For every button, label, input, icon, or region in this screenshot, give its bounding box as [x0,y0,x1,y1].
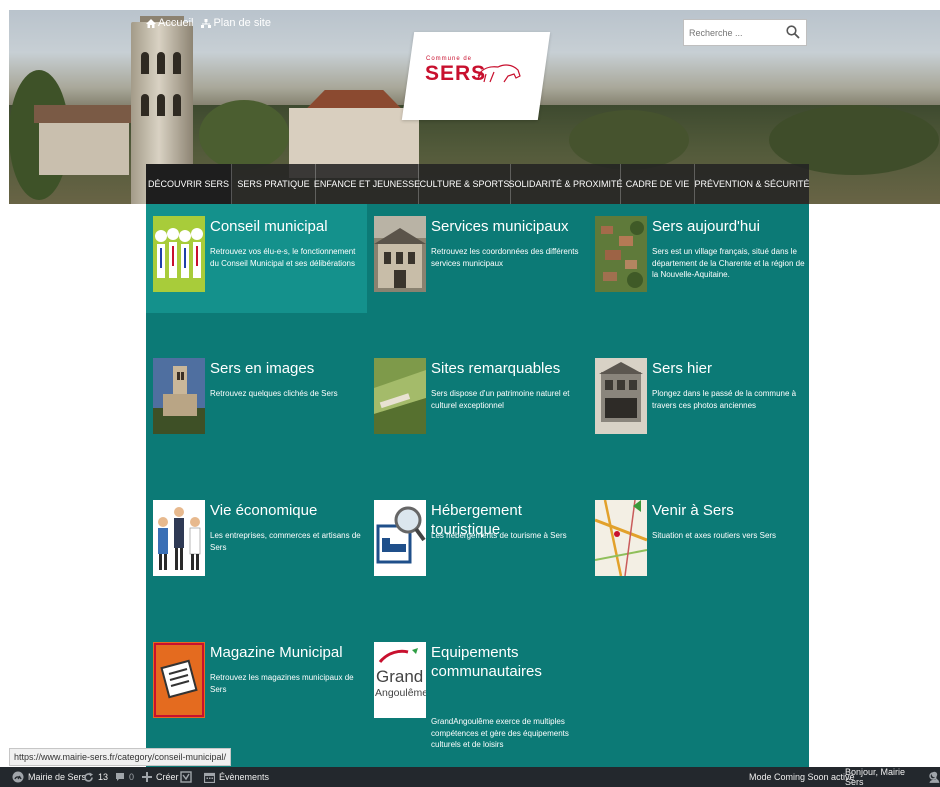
menu-item-title: Services municipaux [431,218,569,235]
menu-item-title: Sers aujourd'hui [652,218,760,235]
adminbar-site[interactable]: Mairie de Sers [12,767,86,787]
menu-item-title: Conseil municipal [210,218,328,235]
home-icon [146,18,156,28]
boar-icon [477,64,521,83]
menu-item-desc: Situation et axes routiers vers Sers [652,531,777,540]
banner-house-left [39,115,129,175]
grand-angouleme-logo: Grand Angoulême [374,642,426,718]
town-hall-image [374,216,426,292]
church-photo-image [153,358,205,434]
menu-item-desc: Retrouvez vos élu-e-s, le fonctionnement… [210,247,356,268]
menu-item-magazine[interactable]: Magazine Municipal Retrouvez les magazin… [146,630,367,739]
menu-item-desc: Sers dispose d'un patrimoine naturel et … [431,389,570,410]
seo-icon [180,771,192,783]
admin-bar: Mairie de Sers 13 0 Créer Évènements Mod… [0,767,940,787]
comment-icon [116,773,124,781]
menu-item-services[interactable]: Services municipaux Retrouvez les coordo… [367,204,588,313]
nav-item-cadre[interactable]: CADRE DE VIE [621,164,695,204]
search-box [683,19,807,46]
menu-item-desc: Plongez dans le passé de la commune à tr… [652,389,797,410]
menu-item-images[interactable]: Sers en images Retrouvez quelques cliché… [146,346,367,455]
road-map-image [595,500,647,576]
menu-item-title: Sites remarquables [431,360,561,377]
logo-word-angouleme: Angoulême [375,687,426,699]
adminbar-updates[interactable]: 13 [83,767,108,787]
menu-item-title: Vie économique [210,502,318,519]
menu-item-desc: Les entreprises, commerces et artisans d… [210,531,361,552]
home-link-label: Accueil [158,17,194,29]
search-icon [929,772,939,782]
link-status-url: https://www.mairie-sers.fr/category/cons… [9,748,232,766]
search-input[interactable] [684,20,784,45]
nav-item-prevention[interactable]: PRÉVENTION & SÉCURITÉ [694,164,809,204]
nav-item-decouvrir[interactable]: DÉCOUVRIR SERS [146,164,232,204]
bed-search-image [374,500,426,576]
menu-item-desc: Retrouvez quelques clichés de Sers [210,389,338,398]
nav-item-enfance[interactable]: ENFANCE ET JEUNESSE [314,164,420,204]
swoosh-icon [378,648,418,663]
comments-count: 0 [129,772,135,782]
adminbar-seo[interactable] [180,767,192,787]
coming-soon-label: Mode Coming Soon activé [749,772,855,782]
menu-item-desc: Les hébergements de tourisme à Sers [431,531,567,540]
adminbar-search[interactable] [929,767,939,787]
nav-item-solidarite[interactable]: SOLIDARITÉ & PROXIMITÉ [508,164,623,204]
adminbar-events[interactable]: Évènements [204,767,269,787]
menu-item-desc: Retrouvez les magazines municipaux de Se… [210,673,354,694]
sitemap-icon [201,18,212,28]
landscape-image [374,358,426,434]
plus-icon [142,772,152,782]
adminbar-coming-soon[interactable]: Mode Coming Soon activé [749,767,855,787]
workers-image [153,500,205,576]
aerial-view-image [595,216,647,292]
menu-item-conseil[interactable]: Conseil municipal Retrouvez vos élu-e-s,… [146,204,367,313]
sitemap-link-label: Plan de site [213,17,271,29]
menu-item-desc: Sers est un village français, situé dans… [652,247,805,279]
menu-item-title: Magazine Municipal [210,644,343,661]
menu-item-equipements[interactable]: Grand Angoulême Equipements communautair… [367,630,588,749]
updates-count: 13 [98,772,109,782]
menu-item-hebergement[interactable]: Hébergement touristique Les hébergements… [367,488,588,597]
menu-item-title: Sers hier [652,360,713,377]
adminbar-new[interactable]: Créer [142,767,179,787]
menu-item-title: Equipements communautaires [431,644,542,680]
adminbar-new-label: Créer [156,772,179,782]
account-greeting: Bonjour, Mairie Sers [845,767,906,787]
top-links: Accueil Plan de site [146,17,271,29]
adminbar-events-label: Évènements [219,772,270,782]
menu-item-sites[interactable]: Sites remarquables Sers dispose d'un pat… [367,346,588,455]
menu-item-desc: GrandAngoulême exerce de multiples compé… [431,717,569,749]
home-link[interactable]: Accueil [146,17,193,29]
menu-item-title: Venir à Sers [652,502,734,519]
nav-item-culture[interactable]: CULTURE & SPORTS [419,164,511,204]
menu-item-desc: Retrouvez les coordonnées des différents… [431,247,579,268]
nav-item-pratique[interactable]: SERS PRATIQUE [232,164,316,204]
adminbar-account[interactable]: Bonjour, Mairie Sers [845,767,940,787]
logo-word-grand: Grand [376,667,424,686]
search-icon[interactable] [786,25,800,39]
refresh-icon [84,772,93,782]
menu-item-venir[interactable]: Venir à Sers Situation et axes routiers … [588,488,809,597]
mega-menu: Conseil municipal Retrouvez vos élu-e-s,… [146,204,809,767]
dashboard-icon [12,771,24,783]
council-members-image [153,216,205,292]
menu-item-hier[interactable]: Sers hier Plongez dans le passé de la co… [588,346,809,455]
menu-item-title: Sers en images [210,360,315,377]
main-nav: DÉCOUVRIR SERS SERS PRATIQUE ENFANCE ET … [146,164,810,204]
menu-item-economie[interactable]: Vie économique Les entreprises, commerce… [146,488,367,597]
menu-item-aujourdhui[interactable]: Sers aujourd'hui Sers est un village fra… [588,204,809,313]
adminbar-comments[interactable]: 0 [115,767,134,787]
calendar-icon [204,772,215,783]
sitemap-link[interactable]: Plan de site [201,17,271,29]
old-photo-image [595,358,647,434]
magazine-image [153,642,205,718]
adminbar-site-label: Mairie de Sers [28,772,87,782]
page: Accueil Plan de site Commune de SERS DÉC… [0,0,940,787]
